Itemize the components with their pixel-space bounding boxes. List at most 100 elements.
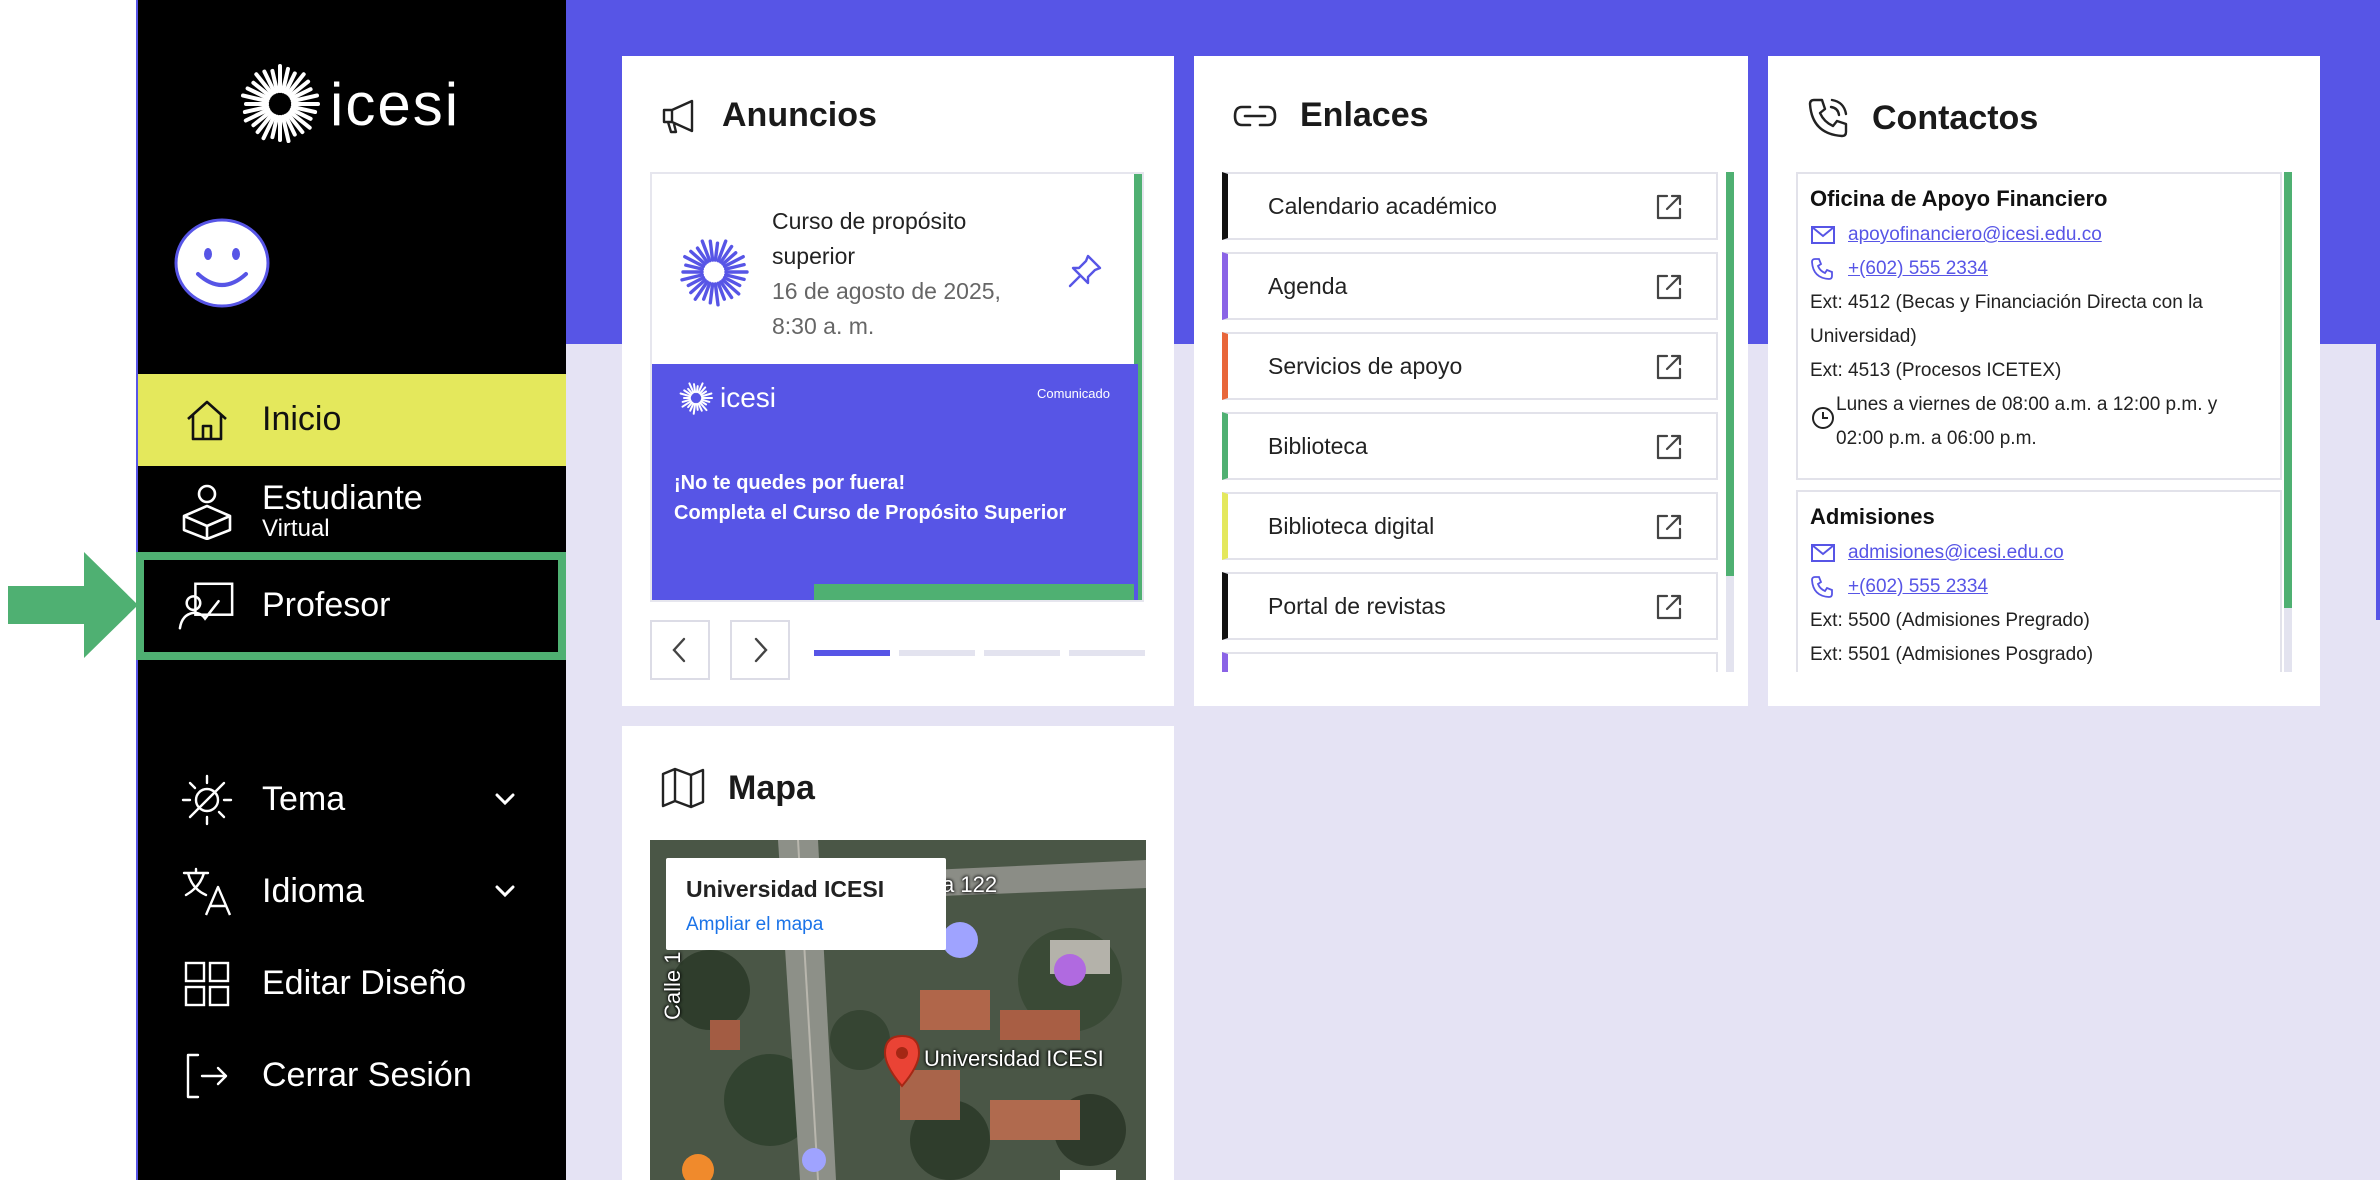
contact-ext: Ext: 4513 (Procesos ICETEX) (1810, 360, 2062, 381)
link-label: Agenda (1268, 272, 1348, 299)
carousel-dot[interactable] (984, 650, 1060, 656)
sidebar-item-profesor[interactable]: Profesor (136, 552, 566, 660)
contact-phone-link[interactable]: +(602) 555 2334 (1848, 252, 1988, 286)
mapa-card: Mapa Universidad ICESI a 122 Calle 1 Uni… (622, 726, 1174, 1180)
map-pin-icon[interactable] (882, 1034, 922, 1088)
contact-name: Oficina de Apoyo Financiero (1810, 186, 2108, 211)
contacts-scrollbar-track (2284, 608, 2292, 672)
megaphone-icon (662, 99, 694, 133)
sidebar-item-label: Tema (262, 780, 346, 819)
link-label: Servicios de apoyo (1268, 352, 1463, 379)
mail-icon (1810, 218, 1838, 252)
link-label: Portal de revistas (1268, 592, 1446, 619)
contact-phone-row: +(602) 555 2334 (1810, 252, 2268, 286)
map-pin-label: Universidad ICESI (924, 1046, 1104, 1071)
map-embed[interactable]: Universidad ICESI a 122 Calle 1 Universi… (650, 840, 1146, 1180)
external-link-icon (1656, 274, 1682, 300)
link-item[interactable]: Agenda (1222, 252, 1718, 320)
sidebar-item-label: Estudiante Virtual (262, 480, 423, 543)
layout-grid-icon (178, 955, 236, 1013)
anuncios-card: Anuncios Curso de propósito superior 16 … (622, 56, 1174, 706)
sidebar-item-inicio[interactable]: Inicio (138, 374, 566, 466)
card-title: Contactos (1806, 96, 2038, 140)
sidebar-item-subtitle: Virtual (262, 515, 330, 543)
link-item[interactable] (1222, 652, 1718, 672)
map-enlarge-link[interactable]: Ampliar el mapa (686, 914, 823, 936)
icesi-burst-icon (679, 382, 713, 415)
link-label: Biblioteca (1268, 432, 1368, 459)
contacts-scrollbar-thumb[interactable] (2284, 172, 2292, 608)
sidebar-item-label: Editar Diseño (262, 964, 467, 1003)
announcement-item[interactable]: Curso de propósito superior 16 de agosto… (650, 172, 1144, 602)
home-icon (178, 391, 236, 449)
announcement-banner[interactable]: ICESI Comunicado ¡No te quedes por fuera… (652, 364, 1138, 600)
link-item[interactable]: Portal de revistas (1222, 572, 1718, 640)
chevron-down-icon (495, 793, 515, 806)
brand-name: ICESI (330, 70, 461, 138)
enlaces-card: Enlaces Calendario académico Agenda Servic… (1194, 56, 1748, 706)
carousel-next-button[interactable] (730, 620, 790, 680)
carousel-prev-button[interactable] (650, 620, 710, 680)
contact-ext: Ext: 5500 (Admisiones Pregrado) (1810, 610, 2090, 631)
map-info-popup: Universidad ICESI Ampliar el mapa (666, 858, 946, 950)
sidebar-item-idioma[interactable]: Idioma (138, 846, 566, 938)
map-place-name: Universidad ICESI (686, 876, 885, 902)
link-icon (1233, 105, 1277, 126)
contact-ext: Ext: 5501 (Admisiones Posgrado) (1810, 644, 2094, 665)
links-list: Calendario académico Agenda Servicios de a… (1222, 172, 1734, 672)
link-item[interactable]: Calendario académico (1222, 172, 1718, 240)
sidebar-item-label: Inicio (262, 400, 342, 439)
sidebar-item-editar-diseno[interactable]: Editar Diseño (138, 938, 566, 1030)
contacts-list: Oficina de Apoyo Financiero apoyofinanci… (1796, 172, 2292, 672)
announcement-date: 16 de agosto de 2025, 8:30 a. m. (772, 278, 1001, 339)
contactos-card: Contactos Oficina de Apoyo Financiero ap… (1768, 56, 2320, 706)
annotation-arrow (8, 552, 138, 658)
phone-ringing-icon (1808, 98, 1848, 138)
sidebar-item-label: Idioma (262, 872, 365, 911)
link-item[interactable]: Servicios de apoyo (1222, 332, 1718, 400)
external-link-icon (1656, 194, 1682, 220)
links-scrollbar-track (1726, 576, 1734, 672)
app-window: ICESI Inicio Estudiante Virtual (0, 0, 2380, 1180)
pin-icon[interactable] (1066, 252, 1104, 290)
contact-email-link[interactable]: admisiones@icesi.edu.co (1848, 536, 2064, 570)
clock-icon (1810, 388, 1836, 448)
avatar[interactable] (174, 218, 270, 308)
external-link-icon (1656, 514, 1682, 540)
map-icon (661, 767, 705, 809)
banner-tag: Comunicado (1037, 386, 1110, 401)
contact-item: Oficina de Apoyo Financiero apoyofinanci… (1796, 172, 2282, 480)
links-scrollbar-thumb[interactable] (1726, 172, 1734, 576)
contact-hours: Lunes a viernes de 08:00 a.m. a 12:00 p.… (1836, 394, 2218, 449)
contact-name: Admisiones (1810, 504, 1935, 529)
external-link-icon (1656, 354, 1682, 380)
sidebar-item-cerrar-sesion[interactable]: Cerrar Sesión (138, 1030, 566, 1122)
carousel-dot[interactable] (899, 650, 975, 656)
link-label: Biblioteca digital (1268, 512, 1435, 539)
mail-icon (1810, 536, 1838, 570)
banner-subheadline: Completa el Curso de Propósito Superior (674, 502, 1067, 524)
page-scrollbar[interactable] (2376, 0, 2380, 620)
card-title: Mapa (660, 766, 815, 810)
icesi-burst-icon (241, 64, 320, 143)
anuncios-title: Anuncios (722, 96, 877, 134)
contact-email-row: admisiones@icesi.edu.co (1810, 536, 2268, 570)
carousel-dot[interactable] (814, 650, 890, 656)
sidebar-item-tema[interactable]: Tema (138, 754, 566, 846)
card-title: Anuncios (660, 96, 877, 135)
sidebar-item-estudiante[interactable]: Estudiante Virtual (138, 465, 566, 557)
card-title: Enlaces (1232, 96, 1429, 135)
icesi-burst-icon (680, 239, 749, 307)
contact-email-link[interactable]: apoyofinanciero@icesi.edu.co (1848, 218, 2102, 252)
link-item[interactable]: Biblioteca digital (1222, 492, 1718, 560)
carousel-dot[interactable] (1069, 650, 1145, 656)
announcement-title: Curso de propósito superior (772, 208, 967, 269)
contact-phone-link[interactable]: +(602) 555 2334 (1848, 570, 1988, 604)
mapa-title: Mapa (728, 768, 815, 807)
map-street-label: Calle 1 (660, 951, 685, 1020)
brand-logo[interactable]: ICESI (238, 62, 460, 146)
link-item[interactable]: Biblioteca (1222, 412, 1718, 480)
contact-ext: Ext: 4512 (Becas y Financiación Directa … (1810, 292, 2203, 347)
banner-cta[interactable] (814, 584, 1134, 600)
chevron-left-icon (672, 637, 686, 663)
